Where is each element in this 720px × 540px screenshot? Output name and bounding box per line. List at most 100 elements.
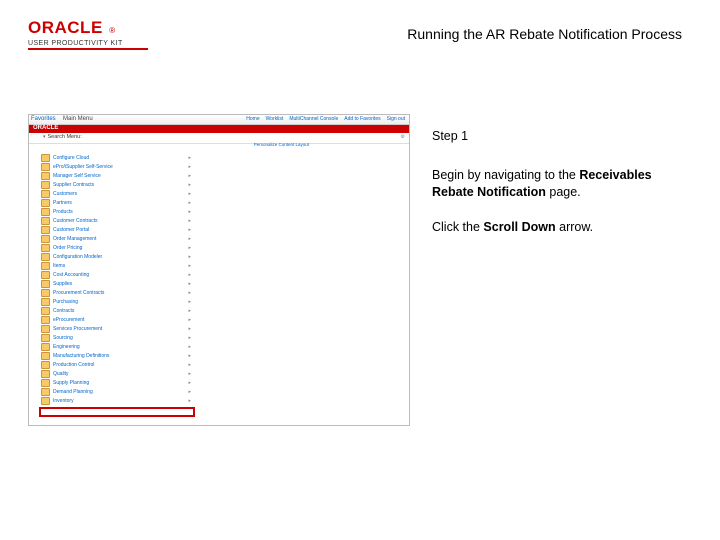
nav-item[interactable]: Manager Self Service▸: [41, 171, 191, 180]
favorites-link[interactable]: Favorites: [31, 116, 56, 122]
personalize-link[interactable]: Personalize Content Layout: [254, 142, 309, 147]
nav-item[interactable]: Purchasing ▸: [41, 297, 191, 306]
chevron-right-icon: ▸: [188, 299, 191, 305]
nav-add-fav[interactable]: Add to Favorites: [344, 116, 380, 122]
nav-item[interactable]: Services Procurement ▸: [41, 324, 191, 333]
chevron-right-icon: ▸: [188, 317, 191, 323]
folder-icon: [41, 343, 50, 351]
chevron-right-icon: ▸: [188, 263, 191, 269]
nav-item[interactable]: Quality▸: [41, 369, 191, 378]
folder-icon: [41, 271, 50, 279]
nav-item[interactable]: Cost Accounting▸: [41, 270, 191, 279]
folder-icon: [41, 253, 50, 261]
breadcrumb-bar: Favorites Main Menu Home Worklist MultiC…: [29, 115, 409, 125]
nav-item[interactable]: Supplies▸: [41, 279, 191, 288]
nav-item[interactable]: Demand Planning ▸: [41, 387, 191, 396]
nav-mcf[interactable]: MultiChannel Console: [289, 116, 338, 122]
nav-item-label: Customers: [53, 191, 77, 197]
top-nav: Home Worklist MultiChannel Console Add t…: [246, 116, 405, 122]
folder-icon: [41, 190, 50, 198]
nav-item-label: Products: [53, 209, 73, 215]
folder-icon: [41, 262, 50, 270]
nav-item-label: Procurement Contracts: [53, 290, 104, 296]
folder-icon: [41, 325, 50, 333]
nav-item-label: Order Pricing: [53, 245, 82, 251]
folder-icon: [41, 280, 50, 288]
nav-item[interactable]: Partners ▸: [41, 198, 191, 207]
nav-item-label: Configure Cloud: [53, 155, 89, 161]
nav-item[interactable]: Products ▸: [41, 207, 191, 216]
instruction-line-1: Begin by navigating to the Receivables R…: [432, 167, 687, 201]
nav-item-label: Purchasing: [53, 299, 78, 305]
nav-item-label: Engineering: [53, 344, 80, 350]
chevron-right-icon: ▸: [188, 173, 191, 179]
nav-signout[interactable]: Sign out: [387, 116, 405, 122]
folder-icon: [41, 154, 50, 162]
nav-item[interactable]: eProcurement ▸: [41, 315, 191, 324]
nav-item-label: Partners: [53, 200, 72, 206]
folder-icon: [41, 334, 50, 342]
chevron-right-icon: ▸: [188, 209, 191, 215]
nav-item[interactable]: Order Management▸: [41, 234, 191, 243]
nav-item[interactable]: Customer Portal▸: [41, 225, 191, 234]
instruction-line-2: Click the Scroll Down arrow.: [432, 219, 687, 236]
nav-item[interactable]: Order Pricing ▸: [41, 243, 191, 252]
brand-product: USER PRODUCTIVITY KIT: [28, 40, 123, 47]
nav-item[interactable]: Production Control ▸: [41, 360, 191, 369]
chevron-right-icon: ▸: [188, 200, 191, 206]
txt: Begin by navigating to the: [432, 168, 579, 182]
nav-item[interactable]: Engineering ▸: [41, 342, 191, 351]
nav-item-label: eProcurement: [53, 317, 84, 323]
chevron-right-icon: ▸: [188, 326, 191, 332]
chevron-right-icon: ▸: [188, 254, 191, 260]
nav-item[interactable]: Configure Cloud▸: [41, 153, 191, 162]
folder-icon: [41, 235, 50, 243]
chevron-right-icon: ▸: [188, 380, 191, 386]
nav-item[interactable]: Inventory▸: [41, 396, 191, 405]
nav-item-label: Demand Planning: [53, 389, 93, 395]
chevron-right-icon: ▸: [188, 308, 191, 314]
nav-home[interactable]: Home: [246, 116, 259, 122]
chevron-right-icon: ▸: [188, 236, 191, 242]
chevron-right-icon: ▸: [188, 290, 191, 296]
chevron-right-icon: ▸: [188, 245, 191, 251]
nav-item[interactable]: Customer Contracts▸: [41, 216, 191, 225]
nav-item[interactable]: Procurement Contracts ▸: [41, 288, 191, 297]
main-menu-link[interactable]: Main Menu: [63, 116, 93, 122]
chevron-right-icon: ▸: [188, 389, 191, 395]
txt: Click the: [432, 220, 483, 234]
nav-item-label: Production Control: [53, 362, 94, 368]
nav-item-label: Contracts: [53, 308, 74, 314]
nav-item[interactable]: Configuration Modeler ▸: [41, 252, 191, 261]
app-screenshot: Favorites Main Menu Home Worklist MultiC…: [28, 114, 410, 426]
folder-icon: [41, 289, 50, 297]
nav-item[interactable]: Customers ▸: [41, 189, 191, 198]
chevron-right-icon: ▸: [188, 191, 191, 197]
nav-item[interactable]: ePro/iSupplier Self-Service▸: [41, 162, 191, 171]
nav-item[interactable]: Items▸: [41, 261, 191, 270]
brand-bar: ORACLE: [29, 125, 409, 133]
nav-item[interactable]: Supply Planning▸: [41, 378, 191, 387]
folder-icon: [41, 199, 50, 207]
folder-icon: [41, 361, 50, 369]
nav-item[interactable]: Contracts ▸: [41, 306, 191, 315]
chevron-right-icon: ▸: [188, 371, 191, 377]
folder-icon: [41, 226, 50, 234]
nav-item-label: Configuration Modeler: [53, 254, 102, 260]
folder-icon: [41, 307, 50, 315]
gear-icon[interactable]: ⚙: [401, 134, 405, 140]
folder-icon: [41, 244, 50, 252]
chevron-right-icon: ▸: [188, 362, 191, 368]
nav-worklist[interactable]: Worklist: [266, 116, 284, 122]
chevron-right-icon: ▸: [188, 281, 191, 287]
nav-item[interactable]: Sourcing▸: [41, 333, 191, 342]
brand-underline: [28, 48, 148, 50]
nav-item-label: Services Procurement: [53, 326, 102, 332]
scroll-down-highlight[interactable]: [39, 407, 195, 417]
chevron-right-icon: ▸: [188, 344, 191, 350]
folder-icon: [41, 172, 50, 180]
chevron-right-icon: ▸: [188, 182, 191, 188]
nav-item[interactable]: Manufacturing Definitions▸: [41, 351, 191, 360]
folder-icon: [41, 181, 50, 189]
nav-item[interactable]: Supplier Contracts▸: [41, 180, 191, 189]
